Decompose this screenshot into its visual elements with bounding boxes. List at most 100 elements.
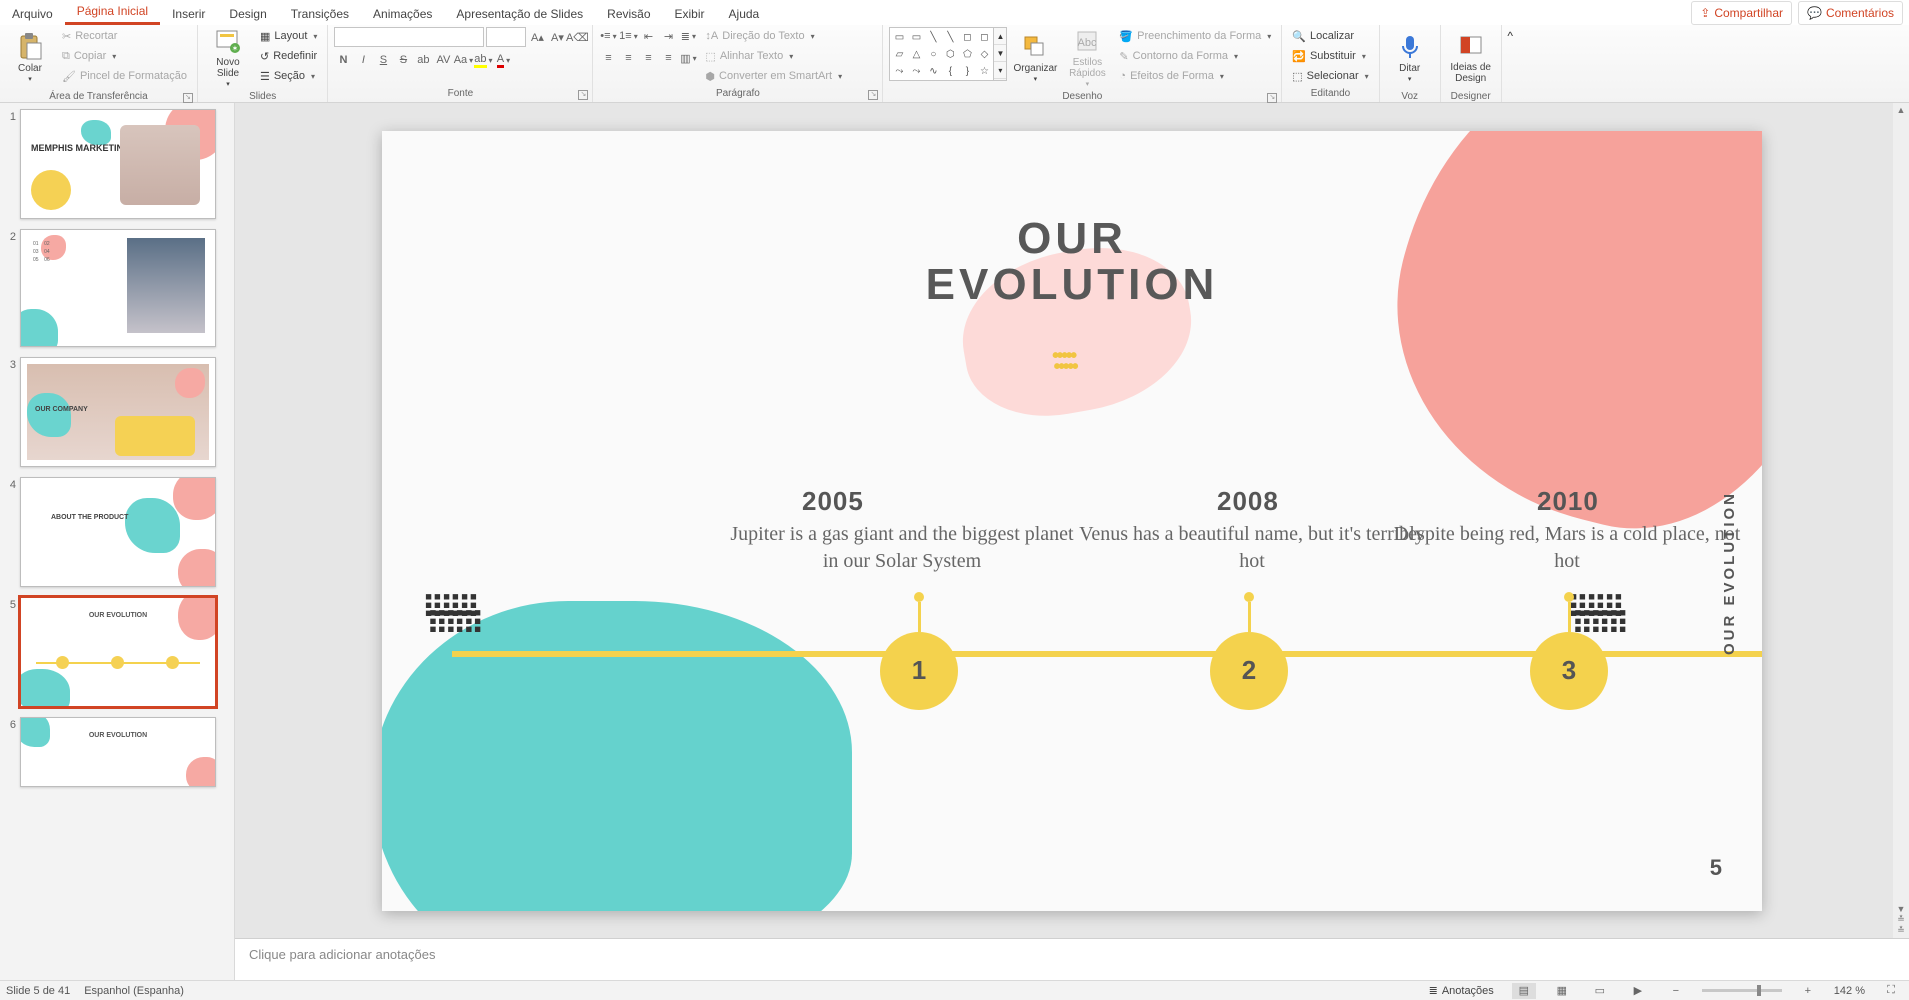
slide-thumb-4[interactable]: ABOUT THE PRODUCT bbox=[20, 477, 216, 587]
change-case-button[interactable]: Aa bbox=[454, 51, 472, 69]
drawing-dialog-launcher[interactable]: ↘ bbox=[1267, 93, 1277, 103]
section-button[interactable]: ☰Seção bbox=[256, 67, 321, 85]
align-text-button[interactable]: ⬚Alinhar Texto bbox=[701, 47, 846, 65]
quick-styles-button[interactable]: Abc Estilos Rápidos▾ bbox=[1063, 27, 1111, 89]
text-direction-button[interactable]: ↕ADireção do Texto bbox=[701, 27, 846, 45]
tab-slideshow[interactable]: Apresentação de Slides bbox=[444, 3, 595, 25]
slide-thumb-1[interactable]: MEMPHIS MARKETING PLAN bbox=[20, 109, 216, 219]
view-slideshow-button[interactable]: ▶ bbox=[1626, 983, 1650, 999]
align-left-button[interactable]: ≡ bbox=[599, 49, 617, 67]
font-size-input[interactable] bbox=[486, 27, 526, 47]
highlight-button[interactable]: ab bbox=[474, 51, 492, 69]
slide-thumb-2[interactable]: 01 0203 0405 06 bbox=[20, 229, 216, 347]
clear-formatting-button[interactable]: A⌫ bbox=[568, 28, 586, 46]
replace-button[interactable]: 🔁Substituir bbox=[1288, 47, 1372, 65]
font-name-input[interactable] bbox=[334, 27, 484, 47]
tab-animations[interactable]: Animações bbox=[361, 3, 444, 25]
select-button[interactable]: ⬚Selecionar bbox=[1288, 67, 1372, 85]
increase-indent-button[interactable]: ⇥ bbox=[659, 27, 677, 45]
timeline-year-2[interactable]: 2008 bbox=[1217, 486, 1279, 517]
shape-fill-button[interactable]: 🪣Preenchimento da Forma bbox=[1115, 27, 1275, 45]
zoom-slider[interactable] bbox=[1702, 989, 1782, 992]
tab-home[interactable]: Página Inicial bbox=[65, 0, 160, 25]
convert-smartart-button[interactable]: ⬢Converter em SmartArt bbox=[701, 67, 846, 85]
collapse-ribbon-button[interactable]: ^ bbox=[1501, 25, 1519, 102]
gallery-up[interactable]: ▲ bbox=[994, 28, 1006, 45]
slide-thumb-5[interactable]: OUR EVOLUTION bbox=[20, 597, 216, 707]
font-color-button[interactable]: A bbox=[494, 51, 512, 69]
cut-button[interactable]: ✂Recortar bbox=[58, 27, 191, 45]
slide-thumb-6[interactable]: OUR EVOLUTION bbox=[20, 717, 216, 787]
tab-insert[interactable]: Inserir bbox=[160, 3, 217, 25]
decrease-indent-button[interactable]: ⇤ bbox=[639, 27, 657, 45]
timeline-circle-1[interactable]: 1 bbox=[880, 632, 958, 710]
timeline-circle-2[interactable]: 2 bbox=[1210, 632, 1288, 710]
format-painter-button[interactable]: 🖌Pincel de Formatação bbox=[58, 67, 191, 85]
view-sorter-button[interactable]: ▦ bbox=[1550, 983, 1574, 999]
numbering-button[interactable]: 1≡ bbox=[619, 27, 637, 45]
tab-help[interactable]: Ajuda bbox=[717, 3, 772, 25]
char-spacing-button[interactable]: AV bbox=[434, 51, 452, 69]
line-spacing-button[interactable]: ≣ bbox=[679, 27, 697, 45]
paragraph-dialog-launcher[interactable]: ↘ bbox=[868, 90, 878, 100]
align-center-button[interactable]: ≡ bbox=[619, 49, 637, 67]
align-right-button[interactable]: ≡ bbox=[639, 49, 657, 67]
gallery-more[interactable]: ▾ bbox=[994, 62, 1006, 79]
bullets-button[interactable]: •≡ bbox=[599, 27, 617, 45]
tab-review[interactable]: Revisão bbox=[595, 3, 662, 25]
thumbnail-pane[interactable]: 1 MEMPHIS MARKETING PLAN 2 01 0203 0405 … bbox=[0, 103, 235, 980]
vertical-scrollbar[interactable]: ▲ ▼ ≛ ≛ bbox=[1893, 103, 1909, 938]
clipboard-dialog-launcher[interactable]: ↘ bbox=[183, 93, 193, 103]
new-slide-button[interactable]: ✶ Novo Slide▾ bbox=[204, 27, 252, 89]
gallery-down[interactable]: ▼ bbox=[994, 45, 1006, 62]
view-normal-button[interactable]: ▤ bbox=[1512, 983, 1536, 999]
shape-effects-button[interactable]: ◔Efeitos de Forma bbox=[1115, 67, 1275, 85]
design-ideas-button[interactable]: Ideias de Design bbox=[1447, 27, 1495, 89]
timeline-year-1[interactable]: 2005 bbox=[802, 486, 864, 517]
timeline-desc-1[interactable]: Jupiter is a gas giant and the biggest p… bbox=[722, 521, 1082, 575]
prev-slide-icon[interactable]: ≛ bbox=[1897, 914, 1905, 925]
dictate-button[interactable]: Ditar▾ bbox=[1386, 27, 1434, 89]
italic-button[interactable]: I bbox=[354, 51, 372, 69]
next-slide-icon[interactable]: ≛ bbox=[1897, 925, 1905, 936]
shape-outline-button[interactable]: ✎Contorno da Forma bbox=[1115, 47, 1275, 65]
zoom-level[interactable]: 142 % bbox=[1834, 985, 1865, 997]
font-dialog-launcher[interactable]: ↘ bbox=[578, 90, 588, 100]
columns-button[interactable]: ▥ bbox=[679, 49, 697, 67]
increase-font-button[interactable]: A▴ bbox=[528, 28, 546, 46]
zoom-out-button[interactable]: − bbox=[1664, 983, 1688, 999]
underline-button[interactable]: S bbox=[374, 51, 392, 69]
justify-button[interactable]: ≡ bbox=[659, 49, 677, 67]
tab-file[interactable]: Arquivo bbox=[0, 3, 65, 25]
view-reading-button[interactable]: ▭ bbox=[1588, 983, 1612, 999]
zoom-in-button[interactable]: + bbox=[1796, 983, 1820, 999]
layout-button[interactable]: ▦Layout bbox=[256, 27, 321, 45]
shapes-gallery[interactable]: ▭▭╲╲◻◻ ▱△○⬡⬠◇ ⤳⤳∿{}☆ bbox=[889, 27, 994, 81]
slide-canvas[interactable]: ⠿⠿⠿ ⠿⠿⠿ ⠿⠿⠿ ⠿⠿⠿ • • • • • • • • • • OURE… bbox=[382, 131, 1762, 911]
timeline-desc-3[interactable]: Despite being red, Mars is a cold place,… bbox=[1387, 521, 1747, 575]
status-language[interactable]: Espanhol (Espanha) bbox=[84, 985, 184, 997]
comments-button[interactable]: 💬Comentários bbox=[1798, 1, 1903, 25]
tab-design[interactable]: Design bbox=[217, 3, 278, 25]
find-button[interactable]: 🔍Localizar bbox=[1288, 27, 1372, 45]
share-button[interactable]: ⇪Compartilhar bbox=[1691, 1, 1792, 25]
copy-button[interactable]: ⧉Copiar bbox=[58, 47, 191, 65]
timeline-circle-3[interactable]: 3 bbox=[1530, 632, 1608, 710]
strike-button[interactable]: S bbox=[394, 51, 412, 69]
side-label[interactable]: OUR EVOLUTION bbox=[1721, 491, 1738, 655]
tab-transitions[interactable]: Transições bbox=[279, 3, 361, 25]
fit-to-window-button[interactable]: ⛶ bbox=[1879, 983, 1903, 999]
scroll-down-icon[interactable]: ▼ bbox=[1897, 904, 1906, 914]
decrease-font-button[interactable]: A▾ bbox=[548, 28, 566, 46]
timeline-desc-2[interactable]: Venus has a beautiful name, but it's ter… bbox=[1072, 521, 1432, 575]
reset-button[interactable]: ↺Redefinir bbox=[256, 47, 321, 65]
shadow-button[interactable]: ab bbox=[414, 51, 432, 69]
slide-thumb-3[interactable]: OUR COMPANY bbox=[20, 357, 216, 467]
slide-title[interactable]: OUREVOLUTION bbox=[382, 216, 1762, 308]
timeline-year-3[interactable]: 2010 bbox=[1537, 486, 1599, 517]
arrange-button[interactable]: Organizar▾ bbox=[1011, 27, 1059, 89]
paste-button[interactable]: Colar▾ bbox=[6, 27, 54, 89]
notes-pane[interactable]: Clique para adicionar anotações bbox=[235, 938, 1909, 980]
scroll-up-icon[interactable]: ▲ bbox=[1897, 105, 1906, 115]
bold-button[interactable]: N bbox=[334, 51, 352, 69]
